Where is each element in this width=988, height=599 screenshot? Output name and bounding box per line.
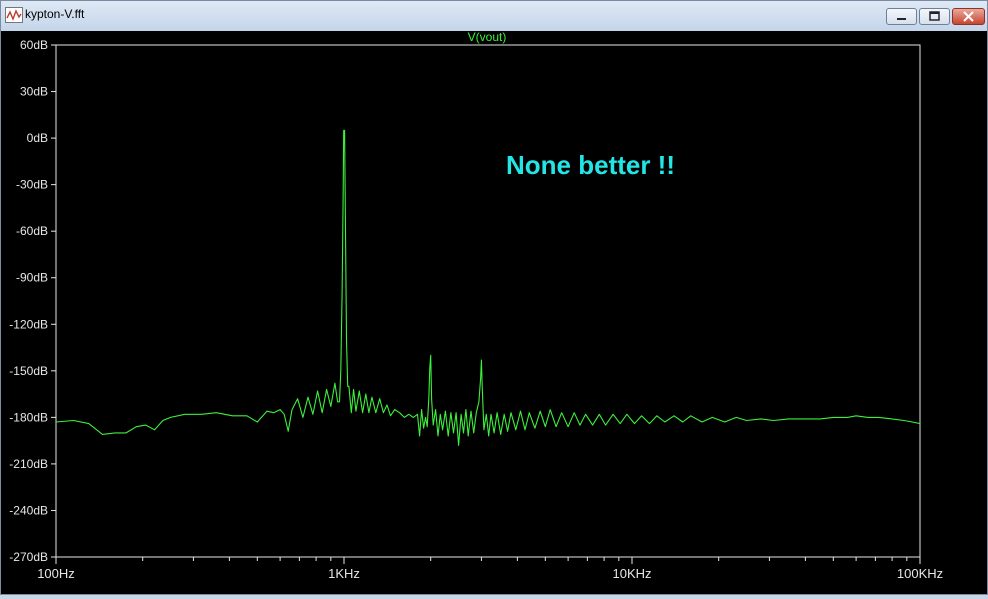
- y-tick-label: 60dB: [20, 38, 48, 52]
- x-axis: 100Hz 1KHz 10KHz 100KHz: [37, 557, 943, 581]
- y-tick-label: -150dB: [9, 364, 48, 378]
- close-icon: [963, 11, 974, 22]
- x-tick-label: 10KHz: [612, 566, 651, 581]
- series-line-vout: [55, 129, 921, 446]
- x-tick-label: 1KHz: [328, 566, 360, 581]
- window-title: kypton-V.fft: [25, 7, 85, 21]
- app-window: kypton-V.fft 60dB 30dB 0dB -30dB -60dB -90dB -…: [0, 0, 988, 595]
- y-tick-label: 30dB: [20, 85, 48, 99]
- maximize-button[interactable]: [919, 8, 950, 25]
- plot-frame: [55, 44, 921, 558]
- y-tick-label: -30dB: [16, 178, 48, 192]
- annotation-text: None better !!: [506, 150, 675, 180]
- y-tick-label: -60dB: [16, 224, 48, 238]
- y-axis: 60dB 30dB 0dB -30dB -60dB -90dB -120dB -150dB -1…: [9, 38, 56, 564]
- y-tick-label: -120dB: [9, 317, 48, 331]
- y-tick-label: -270dB: [9, 550, 48, 564]
- y-tick-label: -240dB: [9, 503, 48, 517]
- maximize-icon: [929, 11, 940, 21]
- plot-pane[interactable]: 60dB 30dB 0dB -30dB -60dB -90dB -120dB -150dB -1…: [1, 30, 987, 594]
- y-tick-label: 0dB: [27, 131, 48, 145]
- x-tick-label: 100Hz: [37, 566, 75, 581]
- fft-chart: 60dB 30dB 0dB -30dB -60dB -90dB -120dB -150dB -1…: [9, 30, 943, 581]
- chart-title: V(vout): [468, 31, 507, 44]
- waveform-icon: [5, 7, 23, 23]
- close-button[interactable]: [952, 8, 985, 25]
- minimize-icon: [897, 18, 906, 20]
- title-bar[interactable]: kypton-V.fft: [1, 1, 987, 32]
- series-vout: [55, 129, 921, 446]
- minimize-button[interactable]: [886, 8, 917, 25]
- x-tick-label: 100KHz: [897, 566, 943, 581]
- y-tick-label: -210dB: [9, 457, 48, 471]
- y-tick-label: -90dB: [16, 271, 48, 285]
- y-tick-label: -180dB: [9, 410, 48, 424]
